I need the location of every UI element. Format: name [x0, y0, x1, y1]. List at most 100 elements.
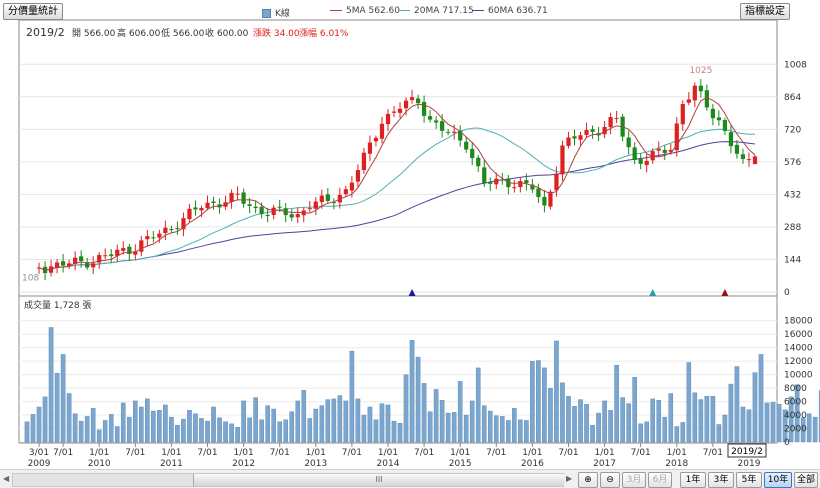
volume-bar — [427, 411, 433, 443]
candle-body — [349, 182, 354, 191]
candle-body — [421, 101, 427, 116]
time-scrollbar[interactable]: III — [12, 473, 564, 487]
current-period-label: 2019/2 — [731, 447, 763, 457]
max-price-label: 1025 — [689, 66, 712, 76]
candle-body — [91, 263, 96, 268]
candle-body — [229, 192, 234, 202]
candle-body — [740, 154, 746, 160]
x-tick-label: 3/01 — [29, 448, 49, 458]
volume-tick-label: 18000 — [784, 317, 813, 327]
volume-bar — [530, 360, 535, 443]
volume-bar — [84, 416, 90, 443]
volume-bar — [698, 399, 704, 443]
volume-bar — [187, 410, 192, 443]
range-3y-button[interactable]: 3年 — [708, 472, 734, 488]
volume-bar — [560, 382, 565, 443]
candle-body — [656, 148, 661, 151]
volume-bar — [337, 395, 343, 443]
price-tick-label: 288 — [784, 223, 801, 233]
candle-body — [746, 159, 752, 161]
candle-body — [626, 137, 631, 148]
legend-ma20: 20MA 717.15 — [398, 6, 474, 16]
candle-body — [319, 195, 324, 203]
price-distribution-button[interactable]: 分價量統計 — [3, 3, 63, 20]
volume-bar — [542, 367, 547, 443]
candle-body — [536, 188, 541, 198]
candle-body — [409, 97, 415, 101]
candle-body — [590, 129, 595, 132]
ma5-legend-icon — [330, 10, 342, 11]
candle-body — [446, 131, 451, 133]
range-all-button[interactable]: 全部 — [794, 472, 818, 488]
volume-bar — [764, 402, 770, 443]
candle-body — [644, 160, 649, 166]
range-1y-button[interactable]: 1年 — [680, 472, 706, 488]
candle-body — [560, 145, 565, 175]
scroll-right-arrow-icon[interactable]: ▶ — [566, 474, 572, 483]
candle-body — [187, 208, 192, 220]
info-change: 漲跌 34.00 — [253, 28, 300, 39]
indicator-settings-button[interactable]: 指標設定 — [740, 3, 790, 20]
candle-body — [734, 144, 740, 154]
volume-bar — [481, 405, 487, 443]
volume-bar — [114, 426, 120, 443]
volume-bar — [157, 410, 162, 443]
candle-body — [674, 123, 679, 151]
volume-bar — [271, 408, 276, 443]
x-tick-label: 7/01 — [414, 448, 434, 458]
volume-bar — [126, 416, 132, 443]
scroll-thumb[interactable]: III — [193, 474, 564, 486]
candle-body — [259, 206, 264, 214]
volume-bar — [475, 367, 481, 443]
volume-bar — [102, 420, 108, 443]
x-tick-label: 1/01 — [89, 448, 109, 458]
volume-bar — [656, 400, 662, 443]
volume-bar — [674, 426, 680, 443]
volume-bar — [42, 396, 48, 443]
range-3m-button[interactable]: 3月 — [622, 472, 646, 488]
candle-body — [578, 135, 583, 140]
scroll-left-arrow-icon[interactable]: ◀ — [3, 474, 9, 483]
volume-bar — [397, 422, 403, 443]
volume-bar — [24, 421, 30, 443]
candle-body — [566, 137, 571, 146]
volume-bar — [758, 354, 764, 443]
range-10y-button[interactable]: 10年 — [764, 472, 792, 488]
candle-body — [698, 85, 703, 92]
candle-body — [470, 148, 475, 159]
legend-ma60: 60MA 636.71 — [472, 6, 548, 16]
volume-bar — [223, 421, 228, 443]
candle-body — [271, 207, 276, 215]
price-tick-label: 720 — [784, 125, 801, 135]
range-6m-button[interactable]: 6月 — [648, 472, 672, 488]
price-tick-label: 1008 — [784, 60, 807, 70]
candle-body — [608, 117, 613, 128]
volume-bar — [710, 395, 716, 443]
volume-bar — [295, 400, 301, 443]
volume-bar — [614, 365, 619, 443]
volume-bar — [662, 416, 668, 443]
zoom-out-button[interactable]: ⊖ — [600, 472, 620, 488]
volume-bar — [776, 404, 782, 443]
volume-bar — [415, 356, 421, 443]
candle-body — [385, 113, 391, 125]
volume-bar — [493, 415, 499, 443]
volume-bar — [163, 404, 168, 443]
zoom-in-button[interactable]: ⊕ — [578, 472, 598, 488]
range-5y-button[interactable]: 5年 — [736, 472, 762, 488]
candle-body — [241, 192, 246, 204]
volume-bar — [90, 408, 96, 443]
volume-bar — [265, 405, 270, 443]
kline-legend-icon — [262, 9, 271, 18]
x-tick-label: 1/01 — [522, 448, 542, 458]
stock-chart[interactable]: 0 144 288 432 576 720 864 1008 0 2000 4000 6000 800… — [0, 0, 820, 469]
volume-bar — [722, 414, 728, 443]
volume-tick-label: 14000 — [784, 344, 813, 354]
volume-bar — [48, 327, 54, 443]
candle-body — [728, 132, 734, 147]
candle-body — [614, 118, 619, 120]
candle-body — [542, 196, 547, 206]
volume-bar — [506, 420, 511, 443]
volume-bar — [409, 340, 415, 443]
volume-bar — [132, 400, 138, 443]
